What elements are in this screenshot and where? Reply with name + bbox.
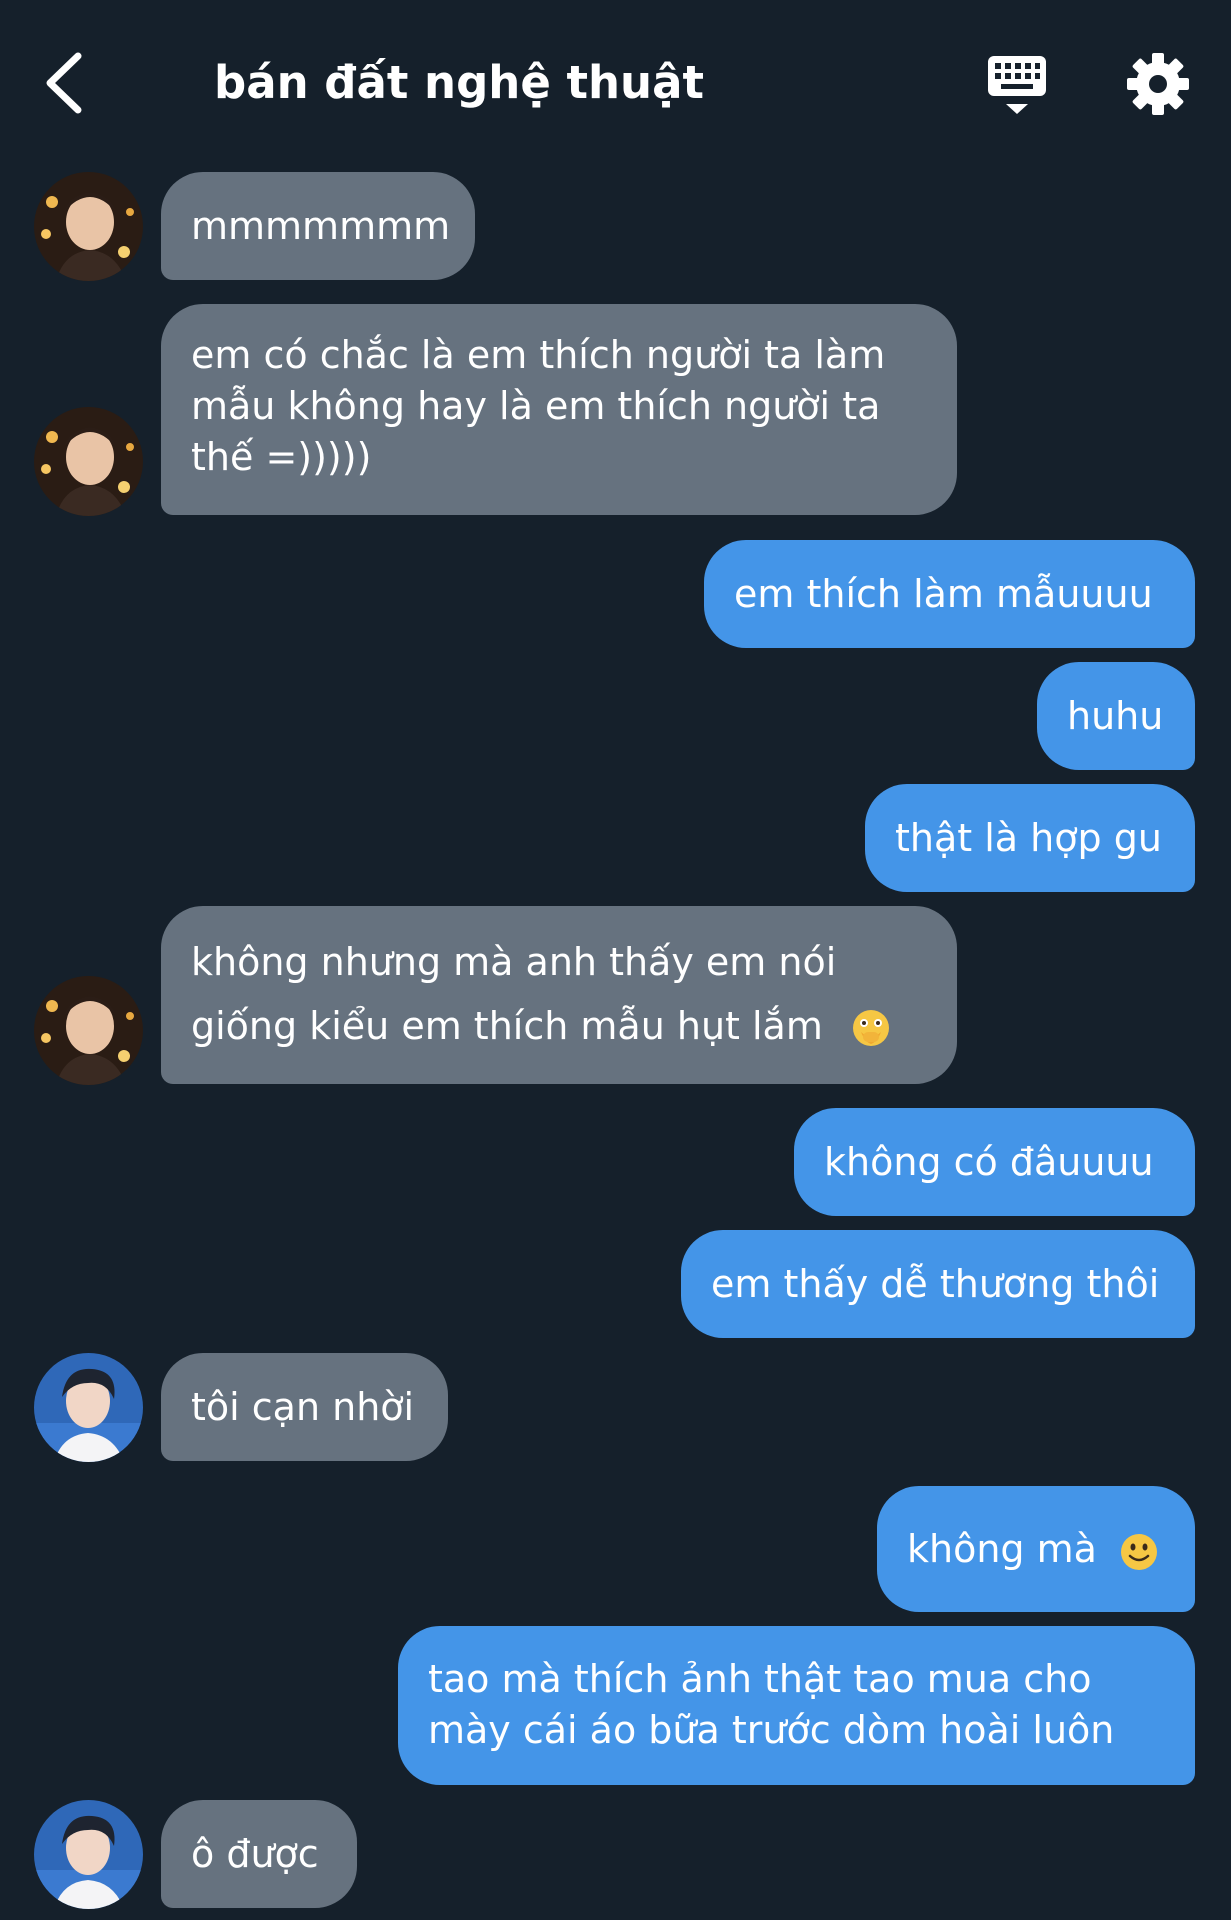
message-text: em có chắc là em thích người ta làm mẫu … xyxy=(191,333,886,479)
message-text: tôi cạn nhời xyxy=(191,1385,415,1429)
face-with-open-eyes-and-hand-over-mouth-emoji xyxy=(853,1010,889,1046)
message-text: thật là hợp gu xyxy=(895,816,1162,860)
message-text: không nhưng mà anh thấy em nói giống kiể… xyxy=(191,940,837,1048)
message-text: ô được xyxy=(191,1832,319,1876)
keyboard-toggle-button[interactable] xyxy=(984,52,1050,118)
avatar-photo-2 xyxy=(34,1353,143,1462)
back-button[interactable] xyxy=(38,48,94,118)
outgoing-message-bubble[interactable]: tao mà thích ảnh thật tao mua cho mày cá… xyxy=(398,1626,1195,1785)
avatar[interactable] xyxy=(34,1800,143,1909)
avatar-photo-1 xyxy=(34,976,143,1085)
avatar-photo-2 xyxy=(34,1800,143,1909)
outgoing-message-bubble[interactable]: em thấy dễ thương thôi xyxy=(681,1230,1195,1338)
message-text: không có đâuuuu xyxy=(824,1140,1154,1184)
avatar[interactable] xyxy=(34,172,143,281)
outgoing-message-bubble[interactable]: huhu xyxy=(1037,662,1195,770)
settings-button[interactable] xyxy=(1126,52,1190,116)
incoming-message-bubble[interactable]: không nhưng mà anh thấy em nói giống kiể… xyxy=(161,906,957,1084)
gear-icon xyxy=(1127,53,1189,115)
keyboard-hide-icon xyxy=(988,56,1046,114)
outgoing-message-bubble[interactable]: không mà xyxy=(877,1486,1195,1612)
incoming-message-bubble[interactable]: em có chắc là em thích người ta làm mẫu … xyxy=(161,304,957,515)
conversation-title: bán đất nghệ thuật xyxy=(214,56,704,109)
outgoing-message-bubble[interactable]: em thích làm mẫuuuu xyxy=(704,540,1195,648)
avatar[interactable] xyxy=(34,976,143,1085)
avatar-photo-1 xyxy=(34,407,143,516)
incoming-message-bubble[interactable]: tôi cạn nhời xyxy=(161,1353,448,1461)
avatar-photo-1 xyxy=(34,172,143,281)
avatar[interactable] xyxy=(34,407,143,516)
outgoing-message-bubble[interactable]: thật là hợp gu xyxy=(865,784,1195,892)
message-text: em thấy dễ thương thôi xyxy=(711,1262,1160,1306)
message-text: tao mà thích ảnh thật tao mua cho mày cá… xyxy=(428,1657,1115,1752)
slightly-smiling-face-emoji xyxy=(1121,1533,1158,1570)
message-text: huhu xyxy=(1067,694,1164,738)
chevron-left-icon xyxy=(46,52,82,114)
incoming-message-bubble[interactable]: ô được xyxy=(161,1800,357,1908)
avatar[interactable] xyxy=(34,1353,143,1462)
incoming-message-bubble[interactable]: mmmmmmm xyxy=(161,172,475,280)
message-text: em thích làm mẫuuuu xyxy=(734,572,1153,616)
chat-header: bán đất nghệ thuật xyxy=(0,0,1231,160)
message-text: không mà xyxy=(907,1527,1097,1571)
outgoing-message-bubble[interactable]: không có đâuuuu xyxy=(794,1108,1195,1216)
message-text: mmmmmmm xyxy=(191,204,451,248)
